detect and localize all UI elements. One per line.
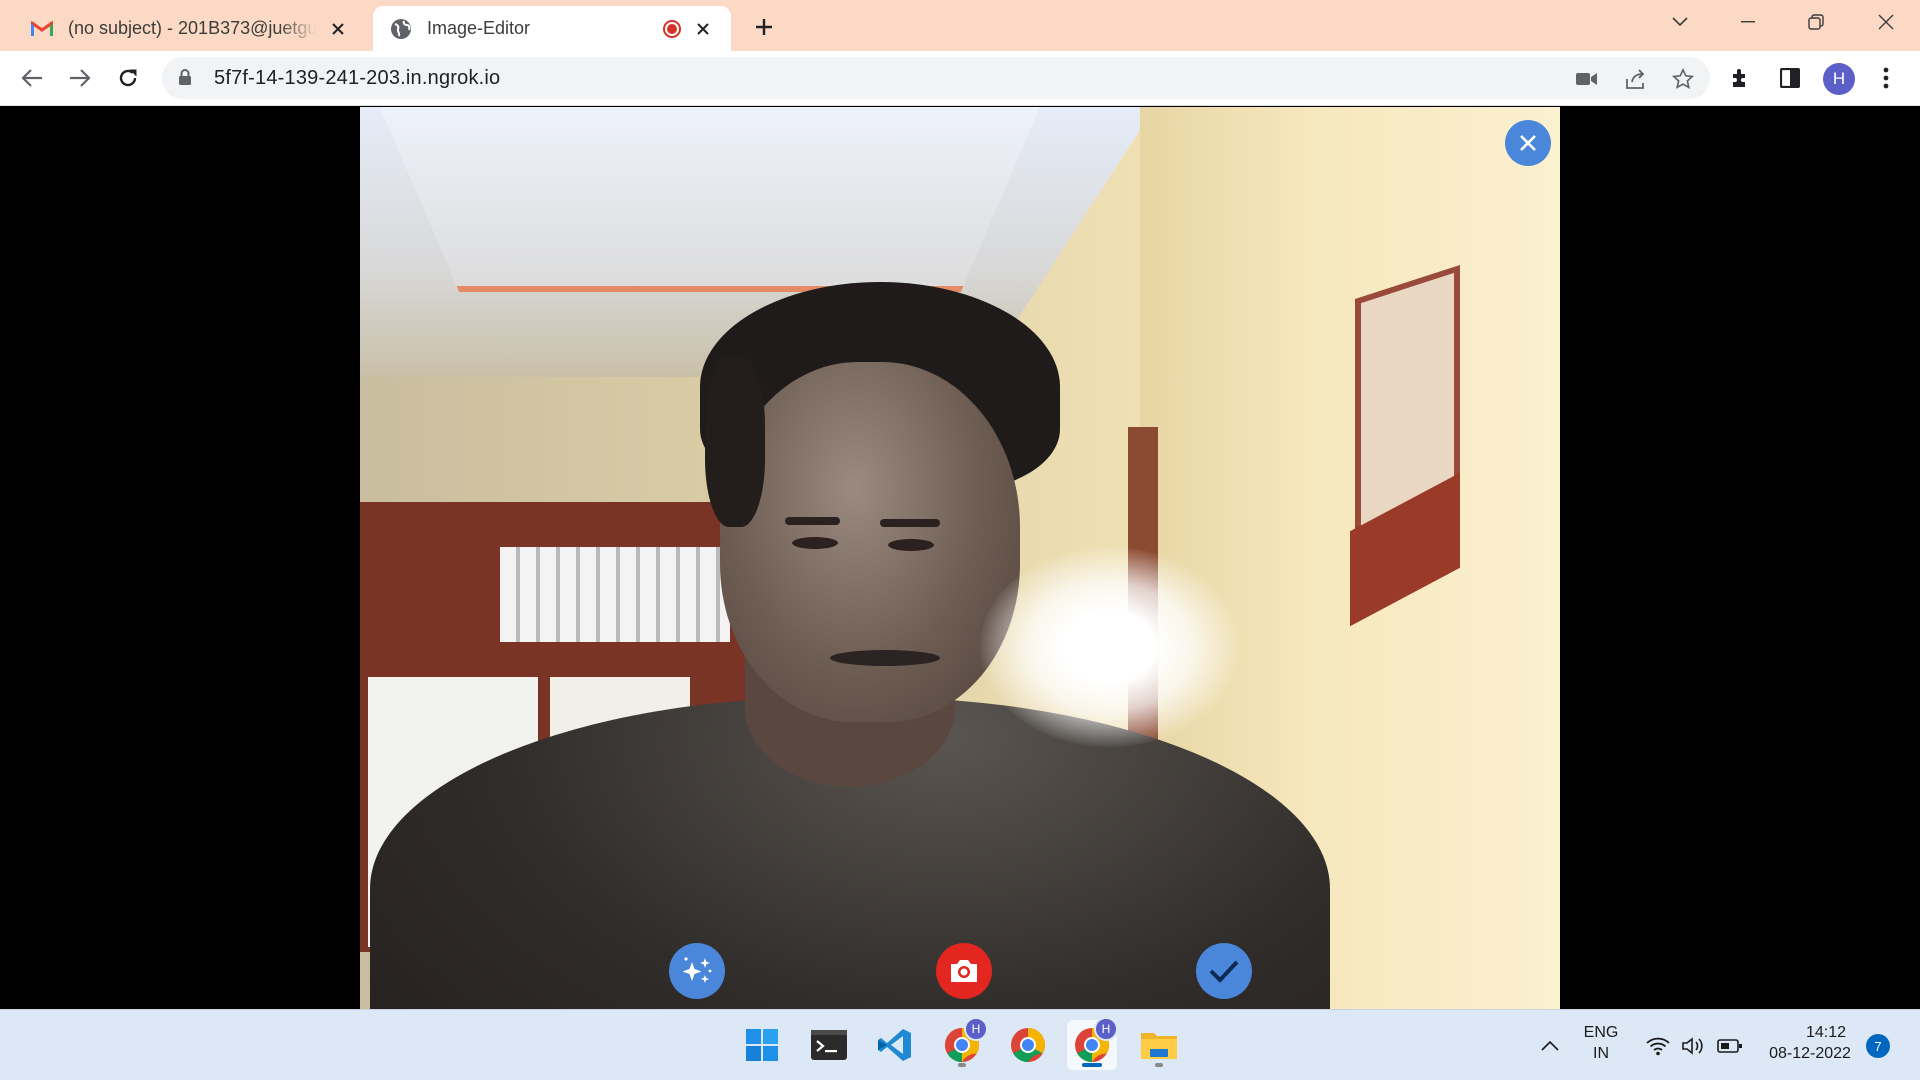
tab-title: Image-Editor	[427, 18, 531, 38]
new-tab-button[interactable]	[748, 11, 780, 43]
lock-icon[interactable]	[178, 68, 192, 91]
chrome-icon[interactable]	[1003, 1020, 1053, 1070]
webcam-preview	[360, 107, 1560, 1009]
profile-badge: H	[1094, 1017, 1118, 1041]
profile-avatar[interactable]: H	[1823, 63, 1855, 95]
globe-icon	[389, 17, 413, 41]
running-indicator	[1155, 1063, 1163, 1067]
language-indicator[interactable]: ENG IN	[1578, 1024, 1624, 1063]
bookmark-star-icon[interactable]	[1670, 66, 1696, 92]
minimize-icon[interactable]	[1714, 0, 1782, 44]
side-panel-icon[interactable]	[1772, 60, 1808, 96]
url-text: 5f7f-14-139-241-203.in.ngrok.io	[214, 67, 501, 89]
volume-icon[interactable]	[1680, 1032, 1708, 1060]
close-icon	[1520, 135, 1536, 151]
extensions-icon[interactable]	[1723, 60, 1759, 96]
confirm-button[interactable]	[1196, 943, 1252, 999]
tab-image-editor[interactable]: Image-Editor	[373, 6, 731, 51]
recording-icon	[663, 19, 681, 38]
chrome-profile-active-icon[interactable]: H	[1067, 1017, 1118, 1070]
menu-kebab-icon[interactable]	[1868, 60, 1904, 96]
windows-start-icon[interactable]	[737, 1020, 787, 1070]
wifi-icon[interactable]	[1644, 1032, 1672, 1060]
share-icon[interactable]	[1622, 66, 1648, 92]
close-tab-icon[interactable]	[691, 17, 715, 41]
browser-toolbar: 5f7f-14-139-241-203.in.ngrok.io H	[0, 51, 1920, 106]
vscode-icon[interactable]	[870, 1020, 920, 1070]
profile-badge: H	[964, 1017, 988, 1041]
restore-icon[interactable]	[1782, 0, 1850, 44]
capture-button[interactable]	[936, 943, 992, 999]
reload-button[interactable]	[110, 60, 146, 96]
clock-time: 14:12	[1805, 1024, 1846, 1041]
tab-gmail[interactable]: (no subject) - 201B373@juetguna	[14, 6, 366, 51]
clock-date: 08-12-2022	[1769, 1045, 1851, 1062]
file-explorer-icon[interactable]	[1134, 1020, 1184, 1070]
windows-taskbar: H H ENG IN 14:12 08-12-2022 7	[0, 1009, 1920, 1080]
back-button[interactable]	[14, 60, 50, 96]
chrome-profile-icon[interactable]: H	[937, 1017, 988, 1070]
close-window-icon[interactable]	[1852, 0, 1920, 44]
sparkles-icon	[682, 957, 712, 983]
camera-icon	[951, 960, 977, 982]
close-camera-button[interactable]	[1505, 120, 1551, 166]
gmail-icon	[30, 17, 54, 41]
notification-count-badge[interactable]: 7	[1866, 1034, 1890, 1058]
terminal-icon[interactable]	[804, 1020, 854, 1070]
magic-filter-button[interactable]	[669, 943, 725, 999]
running-indicator	[958, 1063, 966, 1067]
tab-search-icon[interactable]	[1646, 0, 1714, 44]
active-indicator	[1082, 1063, 1102, 1067]
battery-icon[interactable]	[1716, 1032, 1744, 1060]
browser-tab-strip: (no subject) - 201B373@juetguna Image-Ed…	[0, 0, 1920, 51]
camera-in-use-icon[interactable]	[1574, 66, 1600, 92]
forward-button[interactable]	[62, 60, 98, 96]
tab-title: (no subject) - 201B373@juetguna	[68, 18, 316, 38]
show-hidden-icons-chevron[interactable]	[1536, 1032, 1564, 1060]
clock[interactable]: 14:12 08-12-2022	[1760, 1024, 1860, 1063]
address-bar[interactable]: 5f7f-14-139-241-203.in.ngrok.io	[162, 57, 1710, 99]
checkmark-icon	[1209, 960, 1239, 983]
close-tab-icon[interactable]	[326, 17, 350, 41]
page-viewport	[0, 107, 1920, 1009]
